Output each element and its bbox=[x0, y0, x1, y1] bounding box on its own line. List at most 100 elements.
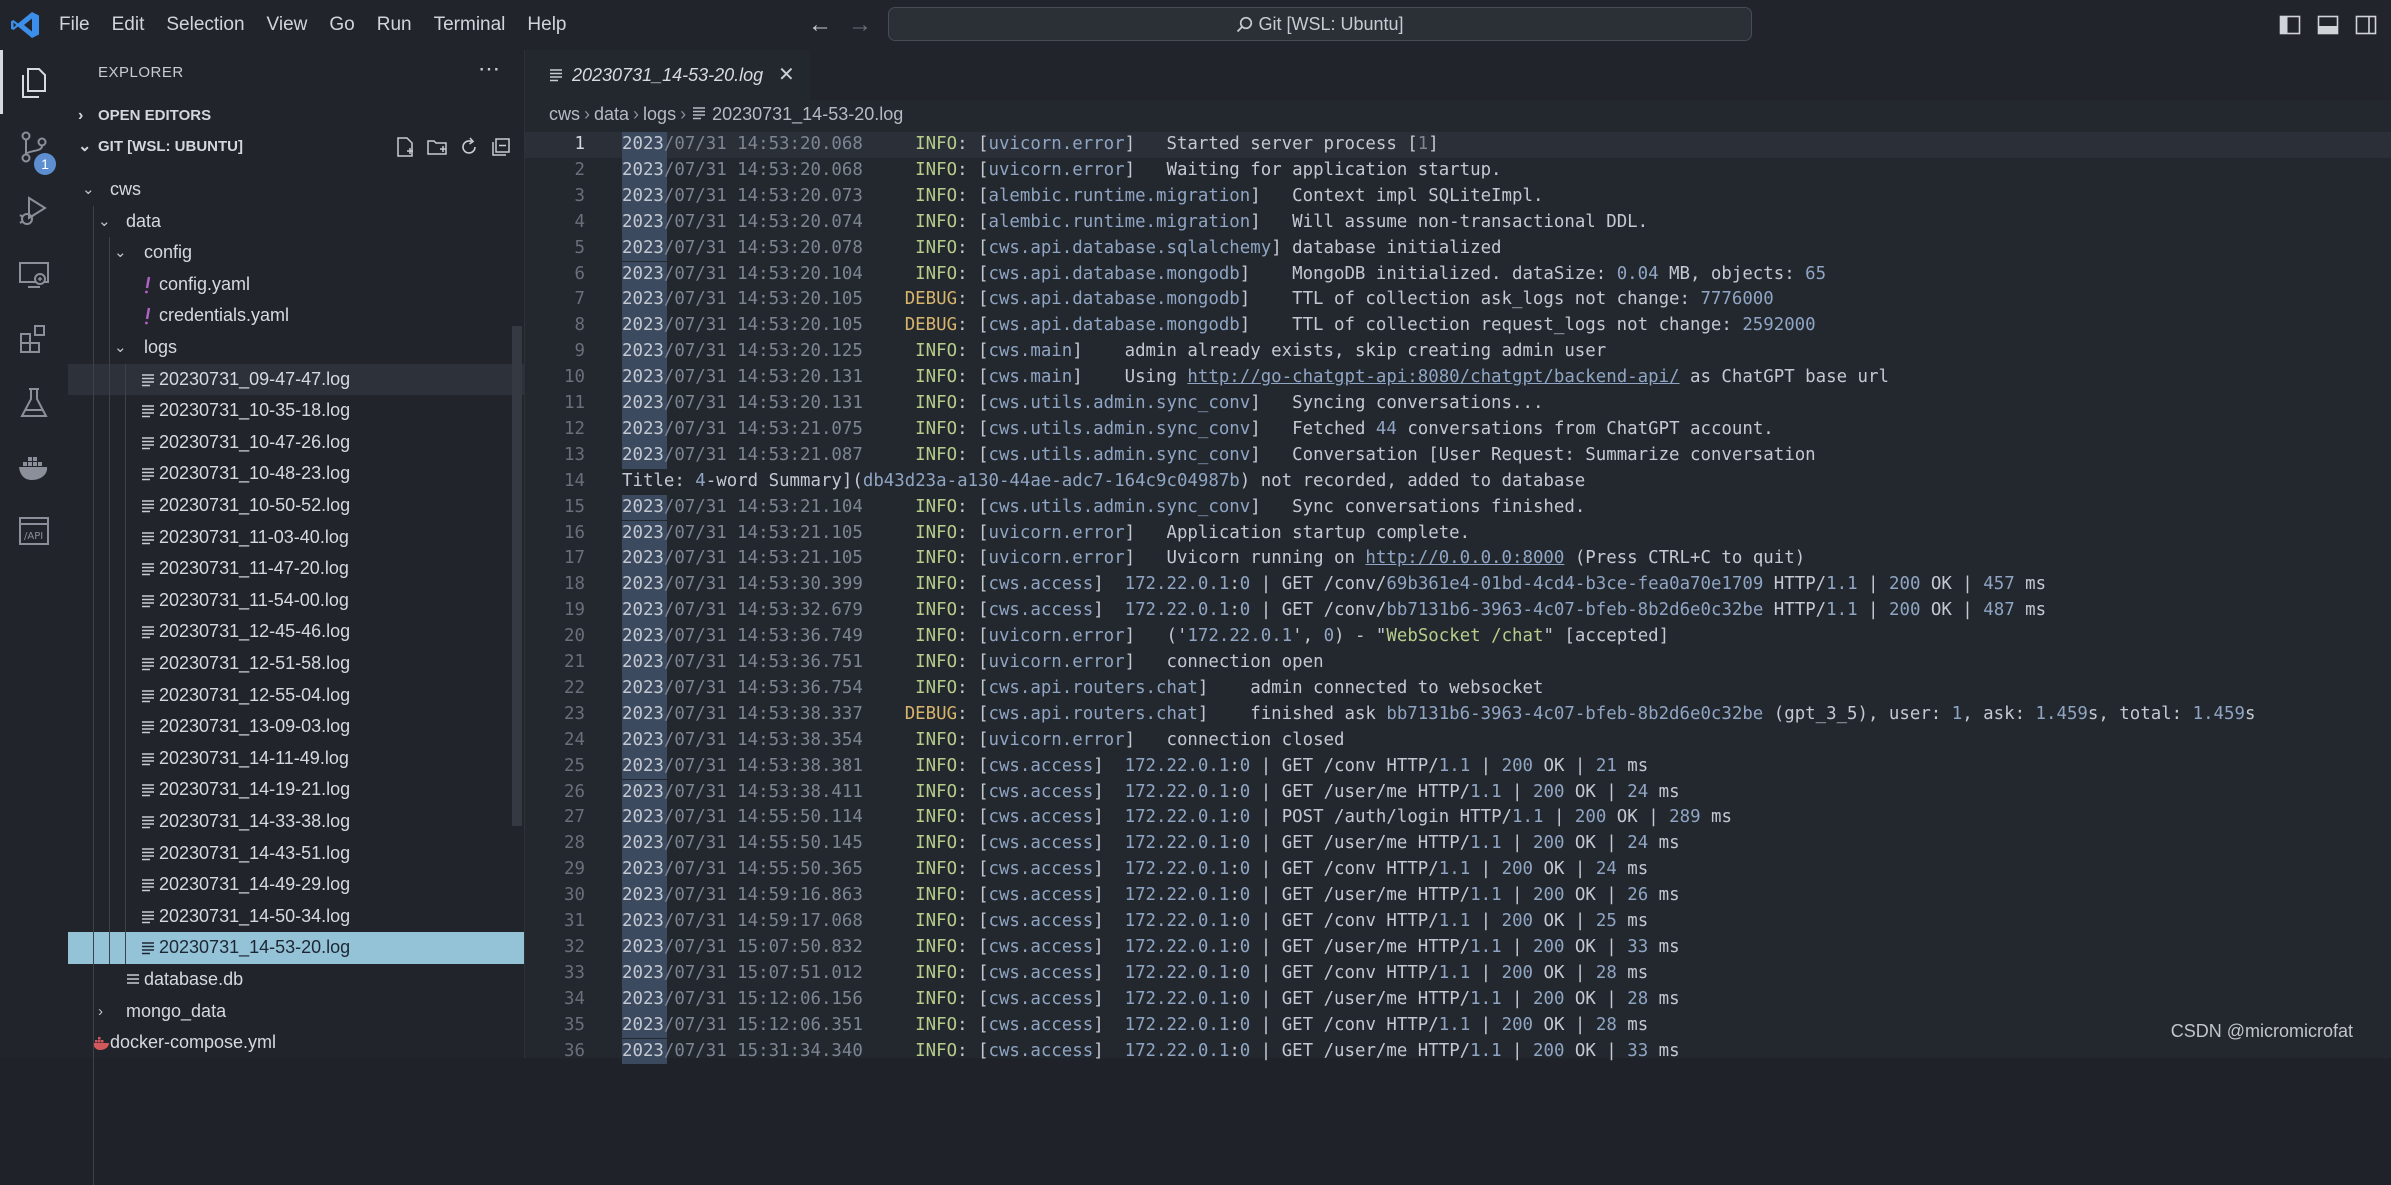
tree-item-20230731-11-54-00-log[interactable]: 20230731_11-54-00.log bbox=[68, 585, 524, 617]
tree-item-logs[interactable]: ⌄ logs bbox=[68, 332, 524, 364]
menu-file[interactable]: File bbox=[48, 0, 101, 50]
tree-item-label: 20230731_11-47-20.log bbox=[159, 558, 349, 579]
tree-item-20230731-12-51-58-log[interactable]: 20230731_12-51-58.log bbox=[68, 648, 524, 680]
menu-help[interactable]: Help bbox=[516, 0, 577, 50]
tree-item-20230731-10-47-26-log[interactable]: 20230731_10-47-26.log bbox=[68, 427, 524, 459]
refresh-icon[interactable] bbox=[458, 136, 480, 158]
breadcrumb-item[interactable]: 20230731_14-53-20.log bbox=[712, 104, 903, 124]
line-number: 3 bbox=[574, 185, 585, 206]
docker-icon[interactable] bbox=[0, 434, 68, 498]
line-content: 2023/07/31 14:53:36.749 INFO: [uvicorn.e… bbox=[622, 624, 1669, 650]
tree-item-20230731-12-55-04-log[interactable]: 20230731_12-55-04.log bbox=[68, 680, 524, 712]
tree-item-database-db[interactable]: database.db bbox=[68, 964, 524, 996]
line-content: 2023/07/31 14:59:16.863 INFO: [cws.acces… bbox=[622, 883, 1680, 909]
token: 1.459 bbox=[2035, 703, 2088, 724]
token: 2023 bbox=[622, 185, 664, 206]
toggle-primary-sidebar-icon[interactable] bbox=[2279, 14, 2301, 36]
remote-explorer-icon[interactable] bbox=[0, 242, 68, 306]
token: INFO bbox=[862, 1014, 958, 1035]
token: : bbox=[1229, 574, 1240, 595]
new-file-icon[interactable] bbox=[394, 136, 416, 158]
token: INFO bbox=[862, 367, 958, 388]
forward-arrow-icon[interactable]: → bbox=[846, 11, 874, 39]
collapse-all-icon[interactable] bbox=[490, 136, 512, 158]
tree-item-20230731-11-03-40-log[interactable]: 20230731_11-03-40.log bbox=[68, 522, 524, 554]
tree-item-label: database.db bbox=[144, 969, 244, 989]
close-icon[interactable]: ✕ bbox=[778, 50, 795, 100]
token: /07/31 14:59:16.863 bbox=[663, 885, 863, 906]
token: ] Application startup complete. bbox=[1124, 522, 1471, 543]
token: 2023 bbox=[622, 885, 664, 906]
tree-item-cws[interactable]: ⌄ cws bbox=[68, 174, 524, 206]
token: /07/31 14:53:21.087 bbox=[663, 444, 863, 465]
command-center-search[interactable]: Git [WSL: Ubuntu] bbox=[888, 7, 1752, 41]
token: 1.1 bbox=[1438, 911, 1471, 931]
tree-item-data[interactable]: ⌄ data bbox=[68, 206, 524, 238]
menu-view[interactable]: View bbox=[256, 0, 319, 50]
token[interactable]: http://0.0.0.0:8000 bbox=[1365, 548, 1564, 568]
tree-item-20230731-14-50-34-log[interactable]: 20230731_14-50-34.log bbox=[68, 901, 524, 933]
back-arrow-icon[interactable]: ← bbox=[806, 11, 834, 39]
token: ] bbox=[1093, 781, 1125, 802]
tree-item-20230731-14-53-20-log[interactable]: 20230731_14-53-20.log bbox=[68, 932, 524, 964]
token[interactable]: http://go-chatgpt-api:8080/chatgpt/backe… bbox=[1187, 367, 1679, 387]
tree-item-20230731-12-45-46-log[interactable]: 20230731_12-45-46.log bbox=[68, 616, 524, 648]
token: 24 bbox=[1627, 833, 1649, 854]
token: ] bbox=[1093, 885, 1125, 906]
breadcrumb-item[interactable]: cws bbox=[549, 104, 580, 124]
breadcrumb-item[interactable]: data bbox=[594, 104, 629, 124]
run-debug-icon[interactable] bbox=[0, 178, 68, 242]
tree-item-config[interactable]: ⌄ config bbox=[68, 237, 524, 269]
token: INFO bbox=[862, 600, 958, 621]
tab-active-log[interactable]: 20230731_14-53-20.log ✕ bbox=[525, 50, 810, 100]
tree-item-credentials-yaml[interactable]: credentials.yaml bbox=[68, 300, 524, 332]
menu-run[interactable]: Run bbox=[366, 0, 423, 50]
breadcrumb-item[interactable]: logs bbox=[643, 104, 676, 124]
tree-item-config-yaml[interactable]: config.yaml bbox=[68, 269, 524, 301]
tree-item-20230731-10-48-23-log[interactable]: 20230731_10-48-23.log bbox=[68, 458, 524, 490]
token: 25 bbox=[1595, 911, 1617, 931]
menu-go[interactable]: Go bbox=[318, 0, 365, 50]
sidebar-scrollbar[interactable] bbox=[512, 326, 522, 826]
token: : [ bbox=[957, 263, 989, 284]
tree-item-20230731-14-33-38-log[interactable]: 20230731_14-33-38.log bbox=[68, 806, 524, 838]
tree-item-docker-compose-yml[interactable]: docker-compose.yml bbox=[68, 1027, 524, 1059]
token: : bbox=[1229, 885, 1240, 906]
token: OK | bbox=[1920, 600, 1984, 621]
toggle-panel-icon[interactable] bbox=[2317, 14, 2339, 36]
open-editors-section[interactable]: › OPEN EDITORS bbox=[68, 101, 524, 131]
explorer-icon[interactable] bbox=[0, 50, 68, 114]
token: s bbox=[2244, 703, 2256, 724]
tree-item-20230731-09-47-47-log[interactable]: 20230731_09-47-47.log bbox=[68, 363, 524, 396]
workspace-folder-section[interactable]: ⌄ GIT [WSL: UBUNTU] bbox=[68, 132, 524, 162]
menu-terminal[interactable]: Terminal bbox=[423, 0, 517, 50]
code-line: 13 2023/07/31 14:53:21.087 INFO: [cws.uti… bbox=[525, 442, 2391, 469]
testing-icon[interactable] bbox=[0, 370, 68, 434]
token: 2023 bbox=[622, 367, 664, 388]
menu-edit[interactable]: Edit bbox=[101, 0, 156, 50]
new-folder-icon[interactable] bbox=[426, 136, 448, 158]
tree-item-20230731-14-19-21-log[interactable]: 20230731_14-19-21.log bbox=[68, 774, 524, 806]
tree-item-20230731-10-35-18-log[interactable]: 20230731_10-35-18.log bbox=[68, 395, 524, 427]
toggle-secondary-sidebar-icon[interactable] bbox=[2355, 14, 2377, 36]
tree-item-20230731-13-09-03-log[interactable]: 20230731_13-09-03.log bbox=[68, 711, 524, 743]
tree-item-20230731-11-47-20-log[interactable]: 20230731_11-47-20.log bbox=[68, 553, 524, 585]
tree-item-label: 20230731_10-50-52.log bbox=[159, 495, 351, 515]
menu-selection[interactable]: Selection bbox=[155, 0, 255, 50]
menu-bar: File Edit Selection View Go Run Terminal Help bbox=[48, 0, 578, 50]
tree-item-20230731-14-43-51-log[interactable]: 20230731_14-43-51.log bbox=[68, 838, 524, 870]
api-icon[interactable]: /API bbox=[0, 498, 68, 562]
tree-item-20230731-14-11-49-log[interactable]: 20230731_14-11-49.log bbox=[68, 743, 524, 775]
token: ] Using bbox=[1072, 367, 1188, 388]
line-content: 2023/07/31 14:53:38.337 DEBUG: [cws.api.… bbox=[622, 702, 2255, 728]
extensions-icon[interactable] bbox=[0, 306, 68, 370]
tree-item-mongo-data[interactable]: › mongo_data bbox=[68, 996, 524, 1028]
more-actions-icon[interactable]: ⋯ bbox=[478, 56, 500, 82]
yaml-file-icon bbox=[145, 308, 151, 325]
tree-item-20230731-14-49-29-log[interactable]: 20230731_14-49-29.log bbox=[68, 869, 524, 901]
tree-item-20230731-10-50-52-log[interactable]: 20230731_10-50-52.log bbox=[68, 490, 524, 522]
line-number: 36 bbox=[564, 1040, 585, 1061]
code-line: 12 2023/07/31 14:53:21.075 INFO: [cws.uti… bbox=[525, 416, 2391, 443]
code-line: 28 2023/07/31 14:55:50.145 INFO: [cws.acc… bbox=[525, 831, 2391, 858]
token: cws.api.database.mongodb bbox=[988, 315, 1240, 336]
